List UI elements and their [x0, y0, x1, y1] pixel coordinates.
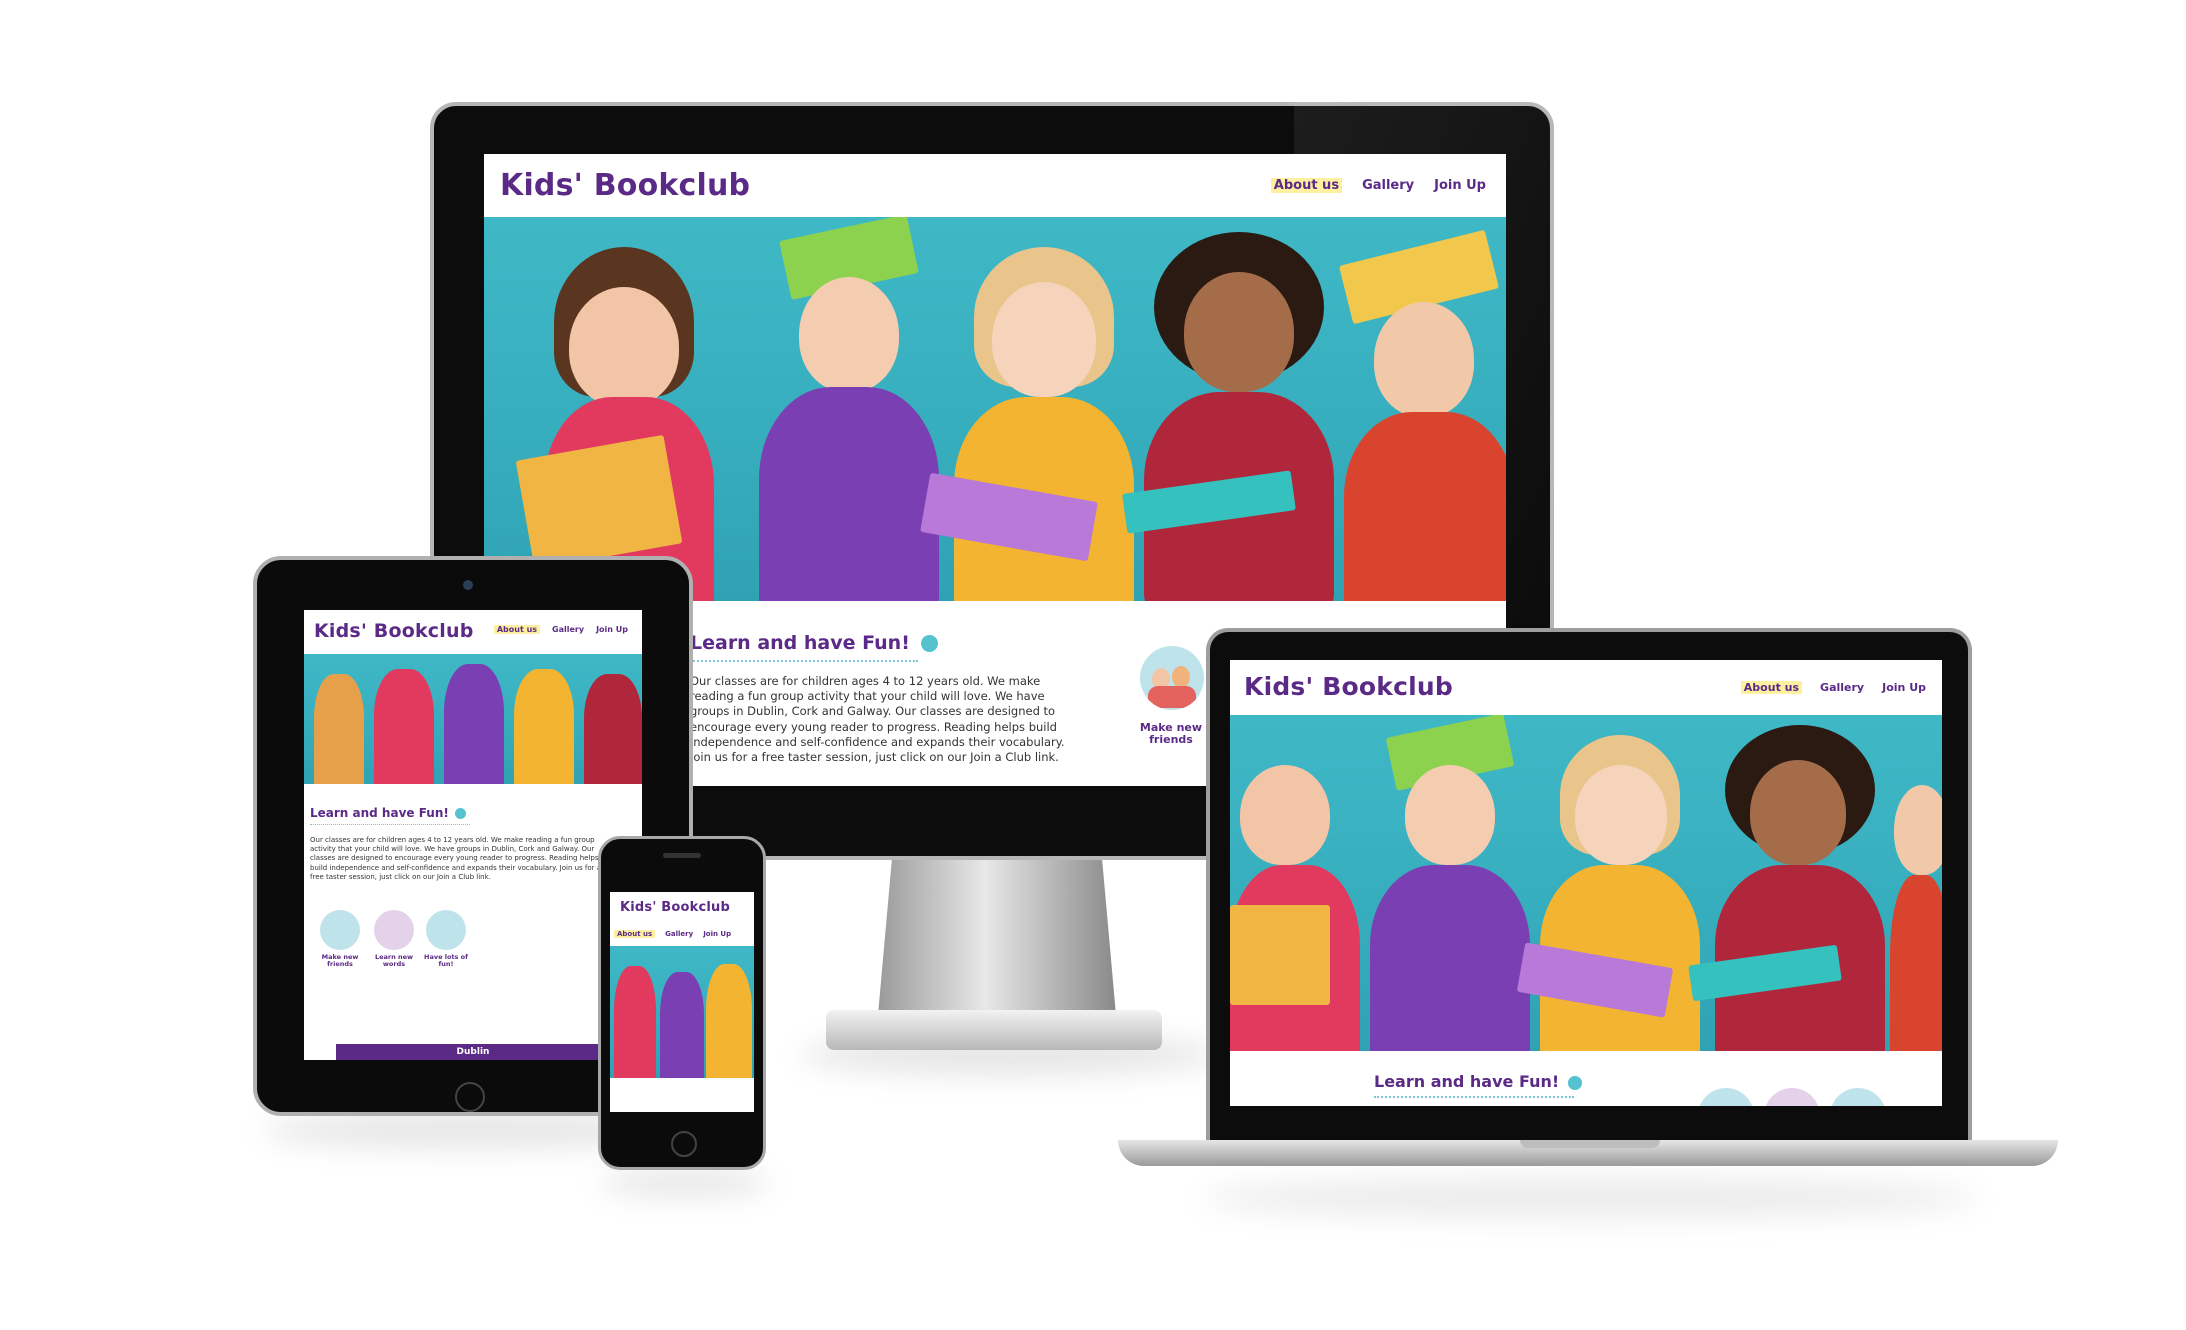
- hero-image: [484, 217, 1506, 601]
- fun-icon: [426, 910, 466, 950]
- nav-gallery[interactable]: Gallery: [665, 930, 693, 938]
- nav-join-up[interactable]: Join Up: [1434, 178, 1486, 193]
- friends-icon: [1698, 1088, 1754, 1106]
- section-title: Learn and have Fun!: [1374, 1072, 1582, 1091]
- nav-gallery[interactable]: Gallery: [552, 625, 584, 634]
- monitor-stand-neck: [878, 855, 1116, 1015]
- hero-image: [1230, 715, 1942, 1051]
- hero-kid: [1688, 725, 1890, 1051]
- hero-kid: [920, 247, 1144, 601]
- friends-icon: [1140, 646, 1204, 710]
- nav-about-us[interactable]: About us: [1740, 681, 1803, 694]
- brand-logo[interactable]: Kids' Bookclub: [314, 620, 474, 642]
- words-icon: [374, 910, 414, 950]
- section-title: Learn and have Fun!: [690, 632, 938, 654]
- hero-kid: [1516, 735, 1710, 1051]
- nav-gallery[interactable]: Gallery: [1362, 178, 1414, 193]
- fun-icon: [1830, 1088, 1886, 1106]
- hero-kid: [1370, 715, 1530, 1051]
- phone-site: Kids' Bookclub About us Gallery Join Up: [610, 892, 754, 1112]
- brand-logo[interactable]: Kids' Bookclub: [500, 168, 750, 203]
- hero-image: [304, 654, 642, 784]
- monitor-stand-base: [826, 1010, 1162, 1050]
- location-banner-dublin[interactable]: Dublin: [336, 1044, 610, 1060]
- smiley-icon: [455, 808, 467, 819]
- smiley-icon: [920, 635, 938, 652]
- brand-logo[interactable]: Kids' Bookclub: [620, 900, 730, 915]
- brand-logo[interactable]: Kids' Bookclub: [1244, 672, 1453, 701]
- section-title: Learn and have Fun!: [310, 806, 467, 820]
- main-nav: About us Gallery Join Up: [1740, 681, 1926, 694]
- friends-icon: [320, 910, 360, 950]
- hero-kid: [1890, 755, 1942, 1051]
- feature-label-words: Learn new words: [374, 953, 414, 968]
- nav-about-us[interactable]: About us: [614, 930, 656, 938]
- tablet-home-button[interactable]: [455, 1082, 485, 1112]
- hero-image: [610, 946, 754, 1078]
- nav-about-us[interactable]: About us: [493, 625, 541, 634]
- nav-join-up[interactable]: Join Up: [703, 930, 731, 938]
- nav-about-us[interactable]: About us: [1270, 178, 1343, 193]
- nav-gallery[interactable]: Gallery: [1820, 681, 1864, 694]
- feature-label-friends: Make new friends: [321, 953, 359, 968]
- nav-join-up[interactable]: Join Up: [596, 625, 628, 634]
- smiley-icon: [1567, 1075, 1582, 1090]
- main-nav: About us Gallery Join Up: [493, 625, 628, 634]
- hero-kid: [1122, 232, 1344, 601]
- intro-paragraph: Our classes are for children ages 4 to 1…: [310, 836, 602, 881]
- main-nav: About us Gallery Join Up: [1270, 178, 1486, 193]
- tablet-site: Kids' Bookclub About us Gallery Join Up …: [304, 610, 642, 1060]
- nav-join-up[interactable]: Join Up: [1882, 681, 1926, 694]
- hero-kid: [515, 247, 724, 601]
- hero-kid: [754, 217, 944, 601]
- phone-home-button[interactable]: [671, 1131, 697, 1157]
- feature-label-friends: Make new friends: [1139, 721, 1203, 746]
- laptop-site: Kids' Bookclub About us Gallery Join Up: [1230, 660, 1942, 1106]
- hero-kid: [1338, 229, 1506, 601]
- words-icon: [1764, 1088, 1820, 1106]
- hero-kid: [1230, 735, 1360, 1051]
- main-nav: About us Gallery Join Up: [614, 930, 731, 938]
- feature-label-fun: Have lots of fun!: [424, 953, 468, 968]
- intro-paragraph: Our classes are for children ages 4 to 1…: [690, 674, 1065, 764]
